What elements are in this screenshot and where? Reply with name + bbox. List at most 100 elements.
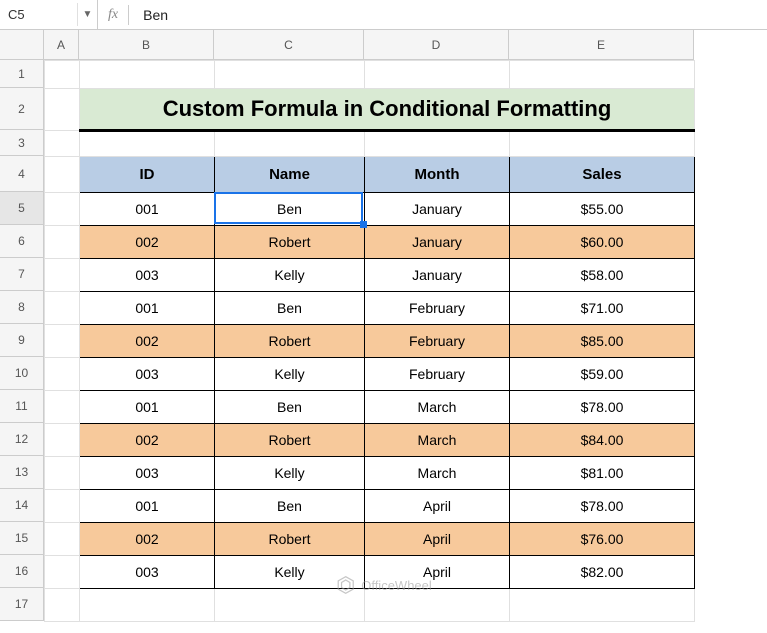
table-cell[interactable]: $58.00 (510, 259, 695, 292)
row-header-14[interactable]: 14 (0, 489, 44, 522)
row-header-13[interactable]: 13 (0, 456, 44, 489)
table-header-id[interactable]: ID (80, 157, 215, 193)
row-header-1[interactable]: 1 (0, 60, 44, 88)
table-cell[interactable]: March (365, 457, 510, 490)
table-cell[interactable]: 001 (80, 490, 215, 523)
table-cell[interactable]: $82.00 (510, 556, 695, 589)
cell[interactable] (45, 259, 80, 292)
cell[interactable] (45, 358, 80, 391)
cell[interactable] (45, 226, 80, 259)
table-cell[interactable]: 001 (80, 391, 215, 424)
cell[interactable] (45, 490, 80, 523)
table-cell[interactable]: 001 (80, 193, 215, 226)
table-cell[interactable]: Ben (215, 490, 365, 523)
table-cell[interactable]: $59.00 (510, 358, 695, 391)
table-header-name[interactable]: Name (215, 157, 365, 193)
title-cell[interactable]: Custom Formula in Conditional Formatting (80, 89, 695, 131)
select-all-corner[interactable] (0, 30, 44, 60)
table-cell[interactable]: $85.00 (510, 325, 695, 358)
formula-input[interactable]: Ben (129, 7, 182, 23)
table-cell[interactable]: April (365, 523, 510, 556)
table-cell[interactable]: 003 (80, 457, 215, 490)
row-header-6[interactable]: 6 (0, 225, 44, 258)
table-cell[interactable]: Robert (215, 424, 365, 457)
cell[interactable] (45, 89, 80, 131)
table-cell[interactable]: March (365, 424, 510, 457)
row-header-8[interactable]: 8 (0, 291, 44, 324)
cell[interactable] (45, 556, 80, 589)
table-cell[interactable]: $78.00 (510, 391, 695, 424)
table-cell[interactable]: Robert (215, 325, 365, 358)
table-cell[interactable]: April (365, 490, 510, 523)
table-cell[interactable]: 003 (80, 259, 215, 292)
cell[interactable] (215, 589, 365, 622)
table-cell[interactable]: March (365, 391, 510, 424)
row-header-2[interactable]: 2 (0, 88, 44, 130)
cell[interactable] (45, 457, 80, 490)
row-header-17[interactable]: 17 (0, 588, 44, 621)
table-header-month[interactable]: Month (365, 157, 510, 193)
table-cell[interactable]: $81.00 (510, 457, 695, 490)
column-header-D[interactable]: D (364, 30, 509, 60)
table-cell[interactable]: $78.00 (510, 490, 695, 523)
cell[interactable] (365, 131, 510, 157)
column-header-C[interactable]: C (214, 30, 364, 60)
table-cell[interactable]: February (365, 292, 510, 325)
cell[interactable] (45, 391, 80, 424)
cell[interactable] (215, 61, 365, 89)
cell[interactable] (80, 131, 215, 157)
row-header-10[interactable]: 10 (0, 357, 44, 390)
table-cell[interactable]: 002 (80, 226, 215, 259)
cell[interactable] (45, 131, 80, 157)
table-cell[interactable]: Robert (215, 226, 365, 259)
row-header-15[interactable]: 15 (0, 522, 44, 555)
column-header-E[interactable]: E (509, 30, 694, 60)
row-header-11[interactable]: 11 (0, 390, 44, 423)
table-cell[interactable]: February (365, 325, 510, 358)
table-cell[interactable]: $55.00 (510, 193, 695, 226)
table-cell[interactable]: $71.00 (510, 292, 695, 325)
cell[interactable] (510, 589, 695, 622)
cell[interactable] (80, 589, 215, 622)
cell[interactable] (45, 61, 80, 89)
row-header-9[interactable]: 9 (0, 324, 44, 357)
cell[interactable] (45, 589, 80, 622)
cell[interactable] (45, 157, 80, 193)
cell[interactable] (80, 61, 215, 89)
table-cell[interactable]: Ben (215, 193, 365, 226)
cell[interactable] (365, 589, 510, 622)
table-cell[interactable]: $60.00 (510, 226, 695, 259)
table-cell[interactable]: Kelly (215, 259, 365, 292)
cells-area[interactable]: Custom Formula in Conditional Formatting… (44, 60, 767, 621)
column-header-A[interactable]: A (44, 30, 79, 60)
row-header-5[interactable]: 5 (0, 192, 44, 225)
cell[interactable] (510, 131, 695, 157)
row-header-7[interactable]: 7 (0, 258, 44, 291)
table-cell[interactable]: 002 (80, 325, 215, 358)
table-cell[interactable]: Ben (215, 292, 365, 325)
table-cell[interactable]: 001 (80, 292, 215, 325)
cell[interactable] (510, 61, 695, 89)
table-cell[interactable]: 002 (80, 523, 215, 556)
table-cell[interactable]: Kelly (215, 556, 365, 589)
table-cell[interactable]: 002 (80, 424, 215, 457)
table-cell[interactable]: Robert (215, 523, 365, 556)
cell[interactable] (45, 193, 80, 226)
column-header-B[interactable]: B (79, 30, 214, 60)
table-cell[interactable]: January (365, 226, 510, 259)
table-cell[interactable]: February (365, 358, 510, 391)
table-cell[interactable]: 003 (80, 358, 215, 391)
row-header-4[interactable]: 4 (0, 156, 44, 192)
row-header-3[interactable]: 3 (0, 130, 44, 156)
cell[interactable] (45, 325, 80, 358)
cell[interactable] (45, 523, 80, 556)
row-header-16[interactable]: 16 (0, 555, 44, 588)
table-header-sales[interactable]: Sales (510, 157, 695, 193)
table-cell[interactable]: 003 (80, 556, 215, 589)
row-header-12[interactable]: 12 (0, 423, 44, 456)
name-box-dropdown[interactable]: ▼ (78, 0, 98, 29)
table-cell[interactable]: Kelly (215, 457, 365, 490)
table-cell[interactable]: Kelly (215, 358, 365, 391)
name-box[interactable]: C5 (0, 3, 78, 26)
table-cell[interactable]: April (365, 556, 510, 589)
